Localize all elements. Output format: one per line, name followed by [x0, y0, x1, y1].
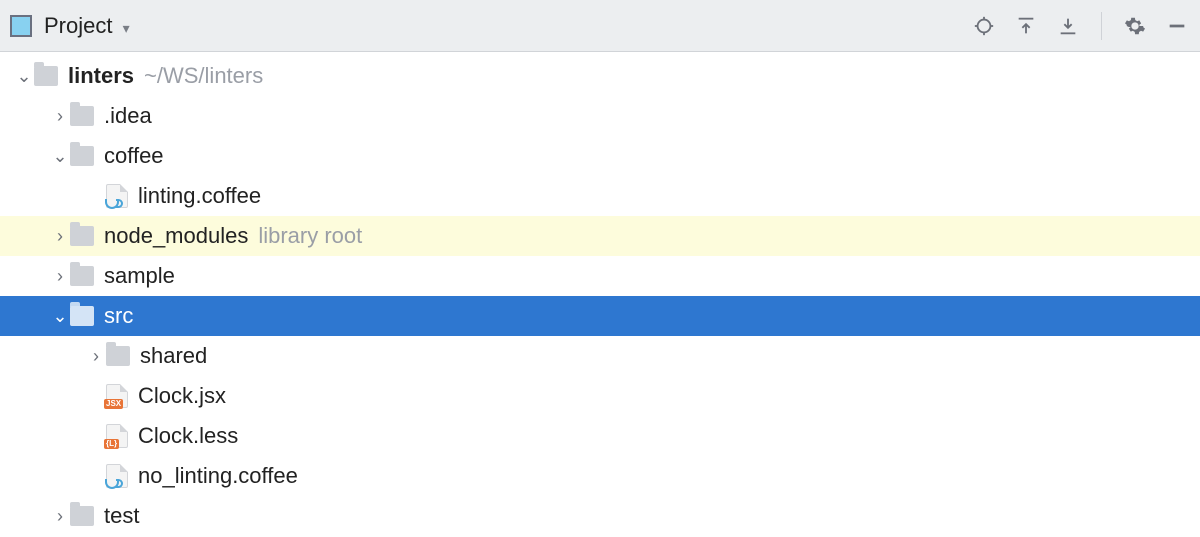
tree-node-clock-less[interactable]: › {L} Clock.less: [0, 416, 1200, 456]
tree-node-label: node_modules: [104, 223, 248, 249]
tree-node-clock-jsx[interactable]: › JSX Clock.jsx: [0, 376, 1200, 416]
project-window-icon: [10, 15, 32, 37]
project-toolbar: Project ▾: [0, 0, 1200, 52]
chevron-right-icon[interactable]: ›: [50, 266, 70, 286]
folder-icon: [70, 506, 94, 526]
tree-node-node-modules[interactable]: › node_modules library root: [0, 216, 1200, 256]
chevron-down-icon[interactable]: ⌄: [50, 306, 70, 326]
collapse-all-icon[interactable]: [1055, 13, 1081, 39]
expand-all-icon[interactable]: [1013, 13, 1039, 39]
gear-icon[interactable]: [1122, 13, 1148, 39]
folder-icon: [70, 146, 94, 166]
project-view-selector[interactable]: Project ▾: [40, 13, 134, 39]
chevron-down-icon[interactable]: ⌄: [14, 66, 34, 86]
tree-node-shared[interactable]: › shared: [0, 336, 1200, 376]
toolbar-divider: [1101, 12, 1102, 40]
tree-node-label: linting.coffee: [138, 183, 261, 209]
chevron-down-icon[interactable]: ⌄: [50, 146, 70, 166]
coffee-file-icon: [106, 184, 128, 208]
tree-node-coffee[interactable]: ⌄ coffee: [0, 136, 1200, 176]
chevron-right-icon[interactable]: ›: [50, 506, 70, 526]
folder-icon: [70, 266, 94, 286]
project-view-label: Project: [44, 13, 112, 38]
tree-node-label: shared: [140, 343, 207, 369]
tree-node-idea[interactable]: › .idea: [0, 96, 1200, 136]
folder-icon: [70, 306, 94, 326]
tree-node-linting-coffee[interactable]: › linting.coffee: [0, 176, 1200, 216]
less-file-icon: {L}: [106, 424, 128, 448]
tree-node-root[interactable]: ⌄ linters ~/WS/linters: [0, 56, 1200, 96]
tree-node-label: Clock.less: [138, 423, 238, 449]
tree-node-sample[interactable]: › sample: [0, 256, 1200, 296]
tree-node-label: src: [104, 303, 133, 329]
project-tree[interactable]: ⌄ linters ~/WS/linters › .idea ⌄ coffee …: [0, 52, 1200, 536]
tree-node-path-hint: ~/WS/linters: [144, 63, 263, 89]
hide-icon[interactable]: [1164, 13, 1190, 39]
tree-node-hint: library root: [258, 223, 362, 249]
chevron-down-icon: ▾: [119, 20, 134, 36]
tree-node-label: linters: [68, 63, 134, 89]
jsx-file-icon: JSX: [106, 384, 128, 408]
folder-icon: [70, 106, 94, 126]
folder-icon: [106, 346, 130, 366]
tree-node-label: sample: [104, 263, 175, 289]
tree-node-label: test: [104, 503, 139, 529]
tree-node-no-linting-coffee[interactable]: › no_linting.coffee: [0, 456, 1200, 496]
tree-node-src[interactable]: ⌄ src: [0, 296, 1200, 336]
chevron-right-icon[interactable]: ›: [50, 106, 70, 126]
tree-node-label: Clock.jsx: [138, 383, 226, 409]
chevron-right-icon[interactable]: ›: [50, 226, 70, 246]
folder-icon: [70, 226, 94, 246]
tree-node-test[interactable]: › test: [0, 496, 1200, 536]
tree-node-label: no_linting.coffee: [138, 463, 298, 489]
chevron-right-icon[interactable]: ›: [86, 346, 106, 366]
tree-node-label: coffee: [104, 143, 164, 169]
tree-node-label: .idea: [104, 103, 152, 129]
folder-icon: [34, 66, 58, 86]
coffee-file-icon: [106, 464, 128, 488]
locate-icon[interactable]: [971, 13, 997, 39]
